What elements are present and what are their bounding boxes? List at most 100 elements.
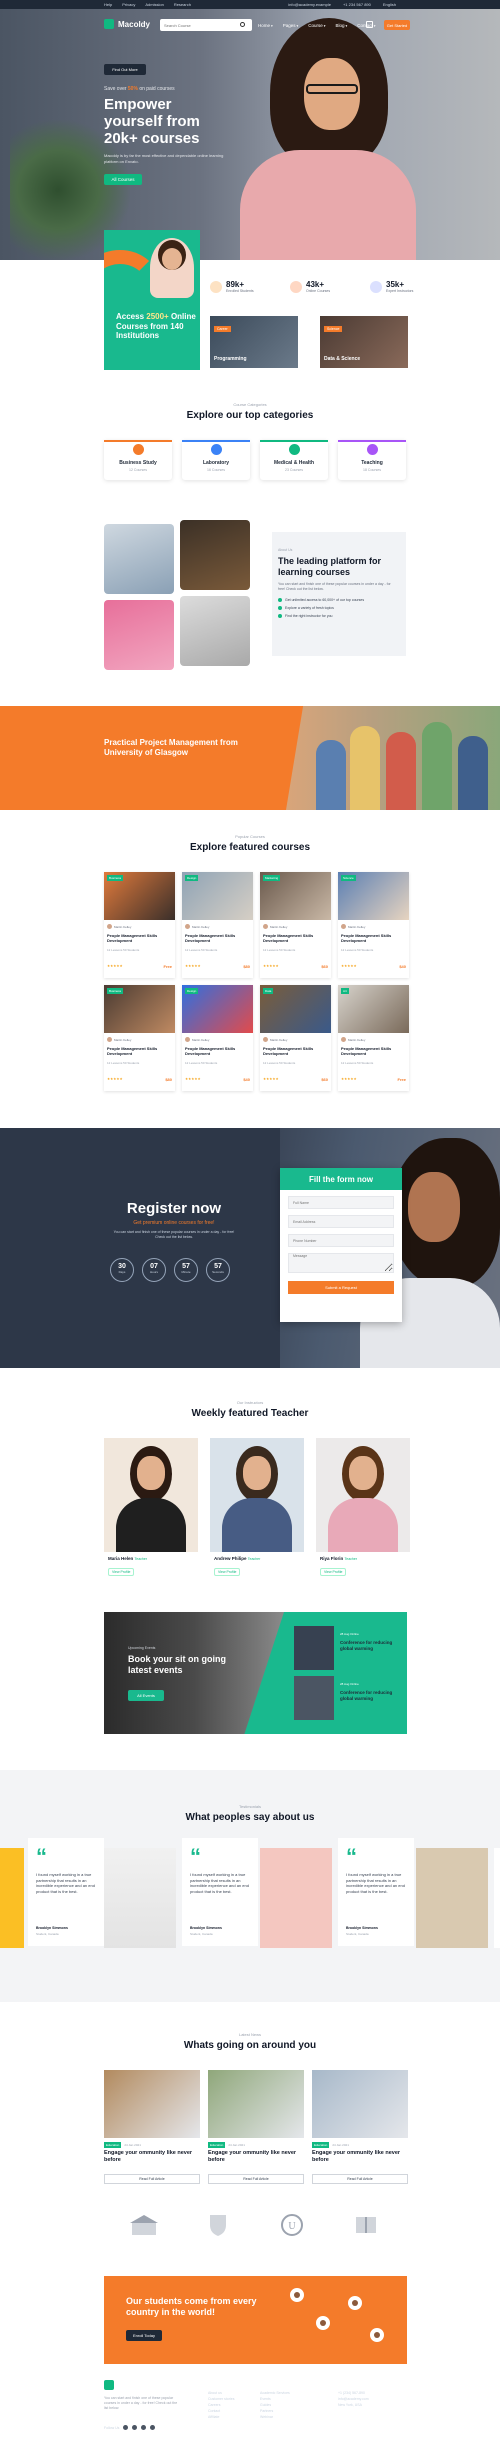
blog-tag[interactable]: Education [104,2142,122,2148]
category-teaching[interactable]: Teaching 18 Courses [338,440,406,480]
course-meta: 12 Lessons 50 Students [263,1061,296,1065]
author-name: Martin Kelley [348,924,366,929]
instagram-icon[interactable] [141,2425,147,2430]
blog-post[interactable]: Education 24 Jan 2021 Engage your ommunity… [312,2070,408,2188]
author-name: Martin Kelley [192,1037,210,1042]
course-card[interactable]: Design Martin Kelley People Management Ski… [182,872,253,978]
blog-title[interactable]: Engage your ommunity like never before [104,2150,200,2164]
about-kicker: About Us [278,548,293,552]
cart-icon[interactable] [366,21,373,28]
course-title[interactable]: People Management Skills Development [185,1046,249,1056]
all-courses-button[interactable]: All Courses [104,174,142,185]
blog-post[interactable]: Education 24 Jan 2021 Engage your ommunity… [104,2070,200,2188]
testimonial-photo [104,1848,176,1948]
footer-heading: Contact Us [338,2380,365,2386]
topbar-link[interactable]: Privacy [122,2,135,7]
course-title[interactable]: People Management Skills Development [341,933,405,943]
category-medical[interactable]: Medical & Health 23 Courses [260,440,328,480]
blog-title[interactable]: Engage your ommunity like never before [312,2150,408,2164]
teacher-name: Andrew Philipe Teacher [214,1556,260,1561]
read-article-button[interactable]: Read Full Article [312,2174,408,2184]
events-title: Book your sit on going latest events [128,1654,226,1675]
course-badge: Business [107,875,124,881]
find-out-more-button[interactable]: Find Out More [104,64,146,75]
course-title[interactable]: People Management Skills Development [341,1046,405,1056]
about-box: About Us The leading platform for learni… [272,532,406,656]
course-title[interactable]: People Management Skills Development [185,933,249,943]
student-photo [150,238,194,298]
teacher-card[interactable]: Maria Helen Teacher View Profile [104,1438,198,1588]
topbar-link[interactable]: Admission [145,2,163,7]
view-profile-link[interactable]: View Profile [214,1568,241,1576]
search-input[interactable] [160,19,252,31]
twitter-icon[interactable] [132,2425,138,2430]
course-title[interactable]: People Management Skills Development [107,1046,171,1056]
course-card[interactable]: Business Martin Kelley People Management S… [104,985,175,1091]
teacher-card[interactable]: Riya Florin Teacher View Profile [316,1438,410,1588]
category-laboratory[interactable]: Laboratory 16 Courses [182,440,250,480]
event-item[interactable]: 28 Aug Online Conference for reducing gl… [294,1676,398,1720]
course-card[interactable]: Marketing Martin Kelley People Management … [260,872,331,978]
event-title: Conference for reducing global warming [340,1640,393,1651]
categories-list: Business Study 12 Courses Laboratory 16 … [104,440,406,480]
blog-tag[interactable]: Education [312,2142,330,2148]
course-card[interactable]: Science Martin Kelley People Management Sk… [338,872,409,978]
course-title[interactable]: People Management Skills Development [263,1046,327,1056]
nav-blog[interactable]: Blog [336,23,348,28]
author-avatar [185,924,190,929]
course-card[interactable]: Business Martin Kelley People Management S… [104,872,175,978]
email-field[interactable] [288,1215,394,1228]
facebook-icon[interactable] [123,2425,129,2430]
course-image: Data [260,985,331,1033]
testimonial-card: “ I found myself working in a true partn… [182,1838,258,1946]
mini-card-programming[interactable]: Career Programming [210,316,298,368]
nav-pages[interactable]: Pages [283,23,299,28]
mini-card-data[interactable]: Science Data & Science [320,316,408,368]
blog-title[interactable]: Engage your ommunity like never before [208,2150,304,2164]
get-started-button[interactable]: Get Started [384,20,410,30]
submit-button[interactable]: Submit a Request [288,1281,394,1294]
stat-number: 35k+ [386,280,405,289]
event-item[interactable]: 28 Aug Online Conference for reducing gl… [294,1626,398,1670]
course-image: Marketing [260,872,331,920]
blog-tag[interactable]: Education [208,2142,226,2148]
course-card[interactable]: Design Martin Kelley People Management Ski… [182,985,253,1091]
category-business[interactable]: Business Study 12 Courses [104,440,172,480]
read-article-button[interactable]: Read Full Article [208,2174,304,2184]
message-field[interactable] [288,1253,394,1273]
topbar-link[interactable]: Research [174,2,191,7]
course-price: Free [163,964,172,969]
view-profile-link[interactable]: View Profile [320,1568,347,1576]
footer-link[interactable]: Affiliate [208,2414,234,2420]
teacher-photo [210,1438,304,1552]
nav-home[interactable]: Home [258,23,273,28]
view-profile-link[interactable]: View Profile [108,1568,135,1576]
nav-course[interactable]: Course [308,23,325,28]
course-badge: Science [341,875,356,881]
logo[interactable]: Macoldy [104,19,150,29]
name-field[interactable] [288,1196,394,1209]
register-section: Register now Get premium online courses … [0,1128,500,1368]
course-card[interactable]: Data Martin Kelley People Management Skill… [260,985,331,1091]
course-card[interactable]: Art Martin Kelley People Management Skills… [338,985,409,1091]
topbar-phone[interactable]: +1 234 567 890 [343,2,371,7]
course-title[interactable]: People Management Skills Development [107,933,171,943]
read-article-button[interactable]: Read Full Article [104,2174,200,2184]
phone-field[interactable] [288,1234,394,1247]
topbar-link[interactable]: Help [104,2,112,7]
topbar-email[interactable]: info@academy.example [288,2,331,7]
teacher-card[interactable]: Andrew Philipe Teacher View Profile [210,1438,304,1588]
language-select[interactable]: English [383,2,396,7]
footer-link[interactable]: Webinar [260,2414,290,2420]
enroll-button[interactable]: Enroll Today [126,2330,162,2341]
footer-logo[interactable]: Macoldy [104,2380,150,2390]
category-name: Teaching [361,460,383,466]
search-icon[interactable] [240,22,245,27]
all-events-button[interactable]: All Events [128,1690,164,1701]
blog-post[interactable]: Education 24 Jan 2021 Engage your ommunity… [208,2070,304,2188]
stat-instructors: 35k+ Expert Instructors [370,280,432,293]
category-name: Laboratory [202,460,230,466]
course-title[interactable]: People Management Skills Development [263,933,327,943]
linkedin-icon[interactable] [150,2425,156,2430]
course-badge: Art [341,988,349,994]
